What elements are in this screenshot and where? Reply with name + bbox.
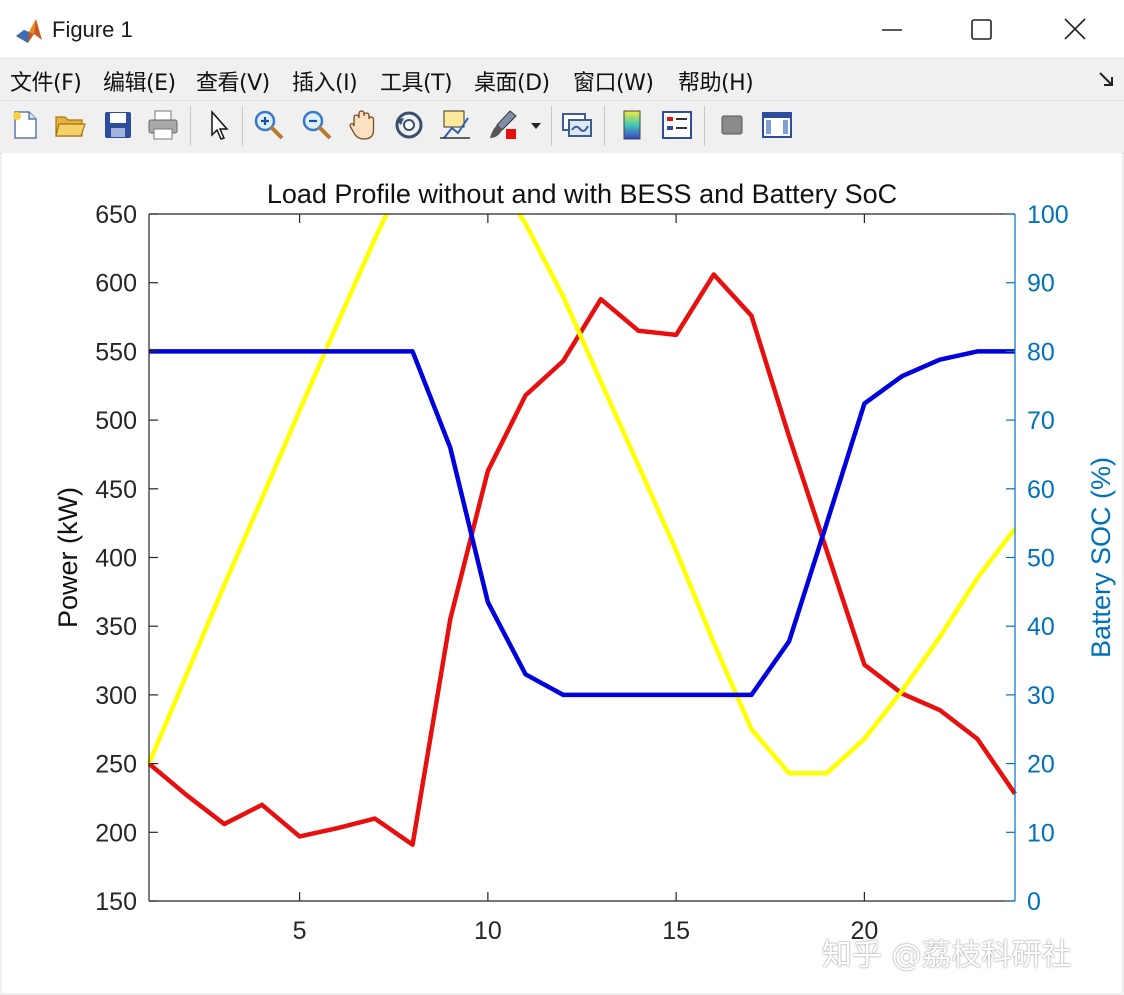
menu-insert[interactable]: 插入(I) (292, 65, 358, 97)
data-cursor-icon[interactable] (438, 108, 472, 142)
print-icon[interactable] (146, 108, 180, 142)
menu-bar: 文件(F) 编辑(E) 查看(V) 插入(I) 工具(T) 桌面(D) 窗口(W… (0, 59, 1124, 99)
close-button[interactable] (1052, 10, 1098, 50)
y-tick-label-right: 90 (1027, 270, 1055, 298)
watermark: 知乎 @荔枝科研社 (822, 938, 1072, 973)
toolbar-separator (704, 106, 705, 146)
colorbar-icon[interactable] (615, 108, 649, 142)
open-file-icon[interactable] (53, 108, 87, 142)
hide-plot-tools-icon[interactable] (715, 108, 749, 142)
link-plot-icon[interactable] (560, 108, 594, 142)
toolbar-separator (551, 106, 552, 146)
brush-icon[interactable] (486, 108, 520, 142)
y-tick-label-left: 400 (95, 545, 137, 573)
y-tick-label-right: 40 (1027, 613, 1055, 641)
y-tick-label-right: 80 (1027, 338, 1055, 366)
dock-arrow-icon[interactable] (1097, 70, 1115, 88)
y-tick-label-right: 10 (1027, 819, 1055, 847)
y-tick-label-left: 300 (95, 682, 137, 710)
line-chart[interactable]: 5 10 15 20150200250300350400450500550600650… (2, 153, 1122, 993)
show-plot-tools-icon[interactable] (760, 108, 794, 142)
window-title: Figure 1 (52, 17, 133, 42)
menu-file[interactable]: 文件(F) (10, 65, 82, 97)
y-axis-label-right: Battery SOC (%) (1086, 457, 1116, 658)
y-tick-label-left: 450 (95, 476, 137, 504)
y-tick-label-right: 20 (1027, 751, 1055, 779)
y-tick-label-left: 150 (95, 888, 137, 916)
save-icon[interactable] (101, 108, 135, 142)
chart-title: Load Profile without and with BESS and B… (267, 179, 897, 209)
y-tick-label-right: 70 (1027, 407, 1055, 435)
brush-dropdown-icon[interactable] (527, 108, 545, 142)
y-tick-label-left: 550 (95, 338, 137, 366)
x-tick-label: 10 (474, 917, 502, 945)
y-tick-label-left: 600 (95, 270, 137, 298)
menu-window[interactable]: 窗口(W) (573, 65, 654, 97)
menu-desktop[interactable]: 桌面(D) (474, 65, 550, 97)
menu-edit[interactable]: 编辑(E) (103, 65, 176, 97)
y-axis-label-left: Power (kW) (53, 487, 83, 628)
series-line-0 (147, 272, 1017, 847)
maximize-button[interactable] (958, 10, 1004, 50)
y-tick-label-left: 350 (95, 613, 137, 641)
y-tick-label-right: 50 (1027, 545, 1055, 573)
new-figure-icon[interactable] (8, 108, 42, 142)
figure-canvas: 5 10 15 20 150 200 250 300 350 400 450 500 550 600 650… (2, 153, 1122, 993)
x-tick-label: 5 (293, 917, 307, 945)
x-tick-label: 15 (662, 917, 690, 945)
matlab-logo-icon (14, 16, 44, 46)
menu-tools[interactable]: 工具(T) (380, 65, 453, 97)
toolbar-separator (604, 106, 605, 146)
rotate-3d-icon[interactable] (392, 108, 426, 142)
toolbar-separator (190, 106, 191, 146)
toolbar-separator (242, 106, 243, 146)
series-line-2 (149, 349, 1015, 698)
menu-view[interactable]: 查看(V) (196, 65, 270, 97)
y-tick-label-left: 500 (95, 407, 137, 435)
y-tick-label-left: 250 (95, 751, 137, 779)
zoom-out-icon[interactable] (300, 108, 334, 142)
y-tick-label-right: 0 (1027, 888, 1041, 916)
legend-icon[interactable] (660, 108, 694, 142)
minimize-button[interactable] (868, 10, 914, 50)
y-tick-label-right: 30 (1027, 682, 1055, 710)
y-tick-label-right: 100 (1027, 201, 1069, 229)
y-tick-label-right: 60 (1027, 476, 1055, 504)
y-tick-label-left: 200 (95, 819, 137, 847)
title-bar: Figure 1 (0, 0, 1124, 59)
menu-help[interactable]: 帮助(H) (678, 65, 754, 97)
pointer-icon[interactable] (202, 108, 236, 142)
zoom-in-icon[interactable] (252, 108, 286, 142)
pan-hand-icon[interactable] (346, 108, 380, 142)
y-tick-label-left: 650 (95, 201, 137, 229)
